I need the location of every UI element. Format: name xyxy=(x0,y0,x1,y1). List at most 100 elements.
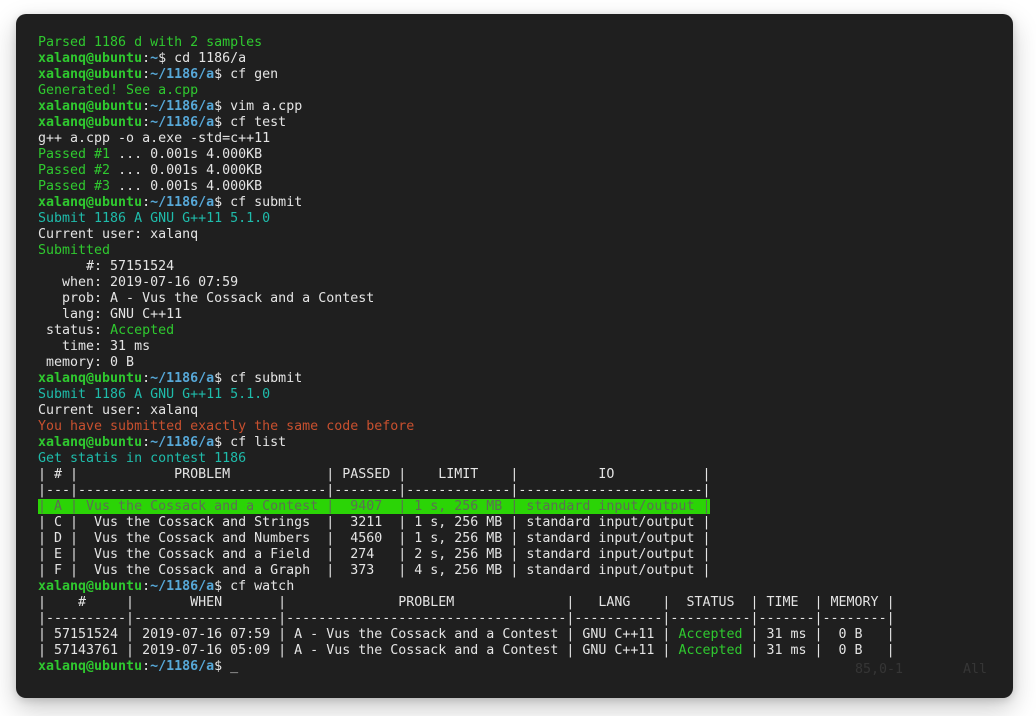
text-segment: Get statis in contest 1186 xyxy=(38,451,246,466)
terminal-line: Current user: xalanq xyxy=(38,227,1013,243)
text-segment: ~/1186/a xyxy=(150,99,214,114)
cursor: _ xyxy=(230,659,238,674)
text-segment: | # | WHEN | PROBLEM | LANG | STATUS | T… xyxy=(38,595,895,610)
text-segment: ~/1186/a xyxy=(150,435,214,450)
terminal-line: xalanq@ubuntu:~/1186/a$ cf gen xyxy=(38,67,1013,83)
text-segment: ... 0.001s 4.000KB xyxy=(110,147,262,162)
text-segment: $ xyxy=(214,659,230,674)
text-segment: | E | Vus the Cossack and a Field | 274 … xyxy=(38,547,710,562)
text-segment: xalanq@ubuntu xyxy=(38,115,142,130)
text-segment: |----------|------------------|---------… xyxy=(38,611,895,626)
text-segment: | 57143761 | 2019-07-16 05:09 | A - Vus … xyxy=(38,643,678,658)
text-segment: $ cf test xyxy=(214,115,286,130)
text-segment: ... 0.001s 4.000KB xyxy=(110,163,262,178)
text-segment: You have submitted exactly the same code… xyxy=(38,419,414,434)
text-segment: xalanq@ubuntu xyxy=(38,195,142,210)
terminal-line: Generated! See a.cpp xyxy=(38,83,1013,99)
text-segment: status: xyxy=(38,323,110,338)
terminal-line: g++ a.cpp -o a.exe -std=c++11 xyxy=(38,131,1013,147)
terminal-line: xalanq@ubuntu:~/1186/a$ cf submit xyxy=(38,195,1013,211)
terminal-line: xalanq@ubuntu:~/1186/a$ cf submit xyxy=(38,371,1013,387)
text-segment: Submit 1186 A GNU G++11 5.1.0 xyxy=(38,387,270,402)
text-segment: xalanq@ubuntu xyxy=(38,371,142,386)
text-segment: $ cf submit xyxy=(214,371,302,386)
text-segment: xalanq@ubuntu xyxy=(38,67,142,82)
text-segment: |---|-------------------------------|---… xyxy=(38,483,710,498)
text-segment: $ cf watch xyxy=(214,579,294,594)
text-segment: | # | PROBLEM | PASSED | LIMIT | IO | xyxy=(38,467,710,482)
text-segment: : xyxy=(142,99,150,114)
text-segment: : xyxy=(142,67,150,82)
terminal-line: | 57143761 | 2019-07-16 05:09 | A - Vus … xyxy=(38,643,1013,659)
terminal-line: memory: 0 B xyxy=(38,355,1013,371)
terminal-line: |----------|------------------|---------… xyxy=(38,611,1013,627)
text-segment: when: 2019-07-16 07:59 xyxy=(38,275,238,290)
text-segment: memory: 0 B xyxy=(38,355,134,370)
text-segment: $ vim a.cpp xyxy=(214,99,302,114)
text-segment: : xyxy=(142,195,150,210)
text-segment: Passed #3 xyxy=(38,179,110,194)
terminal-line: time: 31 ms xyxy=(38,339,1013,355)
terminal-line: | E | Vus the Cossack and a Field | 274 … xyxy=(38,547,1013,563)
terminal-line: |---|-------------------------------|---… xyxy=(38,483,1013,499)
text-segment: xalanq@ubuntu xyxy=(38,435,142,450)
text-segment: xalanq@ubuntu xyxy=(38,51,142,66)
text-segment: Accepted xyxy=(678,643,742,658)
text-segment: : xyxy=(142,435,150,450)
terminal-line: | # | WHEN | PROBLEM | LANG | STATUS | T… xyxy=(38,595,1013,611)
text-segment: ~/1186/a xyxy=(150,67,214,82)
terminal-line: You have submitted exactly the same code… xyxy=(38,419,1013,435)
text-segment: Passed #2 xyxy=(38,163,110,178)
text-segment: : xyxy=(142,579,150,594)
text-segment: ~/1186/a xyxy=(150,371,214,386)
text-segment: : xyxy=(142,371,150,386)
text-segment: g++ a.cpp -o a.exe -std=c++11 xyxy=(38,131,270,146)
text-segment: | 57151524 | 2019-07-16 07:59 | A - Vus … xyxy=(38,627,678,642)
terminal-line: | F | Vus the Cossack and a Graph | 373 … xyxy=(38,563,1013,579)
text-segment: : xyxy=(142,51,150,66)
text-segment: $ cf gen xyxy=(214,67,278,82)
terminal-line: | D | Vus the Cossack and Numbers | 4560… xyxy=(38,531,1013,547)
terminal-line: Passed #2 ... 0.001s 4.000KB xyxy=(38,163,1013,179)
terminal-line: Submit 1186 A GNU G++11 5.1.0 xyxy=(38,387,1013,403)
terminal-line: Parsed 1186 d with 2 samples xyxy=(38,35,1013,51)
text-segment: | F | Vus the Cossack and a Graph | 373 … xyxy=(38,563,710,578)
text-segment: Accepted xyxy=(678,627,742,642)
terminal-line: xalanq@ubuntu:~/1186/a$ cf test xyxy=(38,115,1013,131)
ghost-scroll-indicator-text: All xyxy=(963,662,987,678)
text-segment: prob: A - Vus the Cossack and a Contest xyxy=(38,291,374,306)
text-segment: : xyxy=(142,115,150,130)
terminal-line: Submit 1186 A GNU G++11 5.1.0 xyxy=(38,211,1013,227)
terminal-line: | # | PROBLEM | PASSED | LIMIT | IO | xyxy=(38,467,1013,483)
text-segment: ~ xyxy=(150,51,158,66)
text-segment: $ cf list xyxy=(214,435,286,450)
text-segment: Accepted xyxy=(110,323,174,338)
text-segment: Submit 1186 A GNU G++11 5.1.0 xyxy=(38,211,270,226)
terminal-line: #: 57151524 xyxy=(38,259,1013,275)
text-segment: | 31 ms | 0 B | xyxy=(742,643,894,658)
terminal-line: prob: A - Vus the Cossack and a Contest xyxy=(38,291,1013,307)
terminal-line: | A | Vus the Cossack and a Contest | 94… xyxy=(38,499,1013,515)
text-segment: ... 0.001s 4.000KB xyxy=(110,179,262,194)
text-segment: Parsed 1186 d with 2 samples xyxy=(38,35,262,50)
terminal-window[interactable]: Parsed 1186 d with 2 samplesxalanq@ubunt… xyxy=(16,14,1013,698)
text-segment: Current user: xalanq xyxy=(38,227,198,242)
text-segment: lang: GNU C++11 xyxy=(38,307,182,322)
text-segment: | D | Vus the Cossack and Numbers | 4560… xyxy=(38,531,710,546)
terminal-line: Current user: xalanq xyxy=(38,403,1013,419)
ghost-cursor-position-text: 85,0-1 xyxy=(855,662,903,678)
terminal-line: Passed #1 ... 0.001s 4.000KB xyxy=(38,147,1013,163)
terminal-line: status: Accepted xyxy=(38,323,1013,339)
text-segment: | 31 ms | 0 B | xyxy=(742,627,894,642)
terminal-line: xalanq@ubuntu:~/1186/a$ vim a.cpp xyxy=(38,99,1013,115)
terminal-line: when: 2019-07-16 07:59 xyxy=(38,275,1013,291)
terminal-output: Parsed 1186 d with 2 samplesxalanq@ubunt… xyxy=(38,35,1013,675)
text-segment: $ cd 1186/a xyxy=(158,51,246,66)
text-segment: ~/1186/a xyxy=(150,195,214,210)
text-segment: ~/1186/a xyxy=(150,115,214,130)
terminal-line: xalanq@ubuntu:~/1186/a$ cf watch xyxy=(38,579,1013,595)
terminal-line: | C | Vus the Cossack and Strings | 3211… xyxy=(38,515,1013,531)
text-segment: ~/1186/a xyxy=(150,579,214,594)
text-segment: xalanq@ubuntu xyxy=(38,99,142,114)
text-segment: : xyxy=(142,659,150,674)
